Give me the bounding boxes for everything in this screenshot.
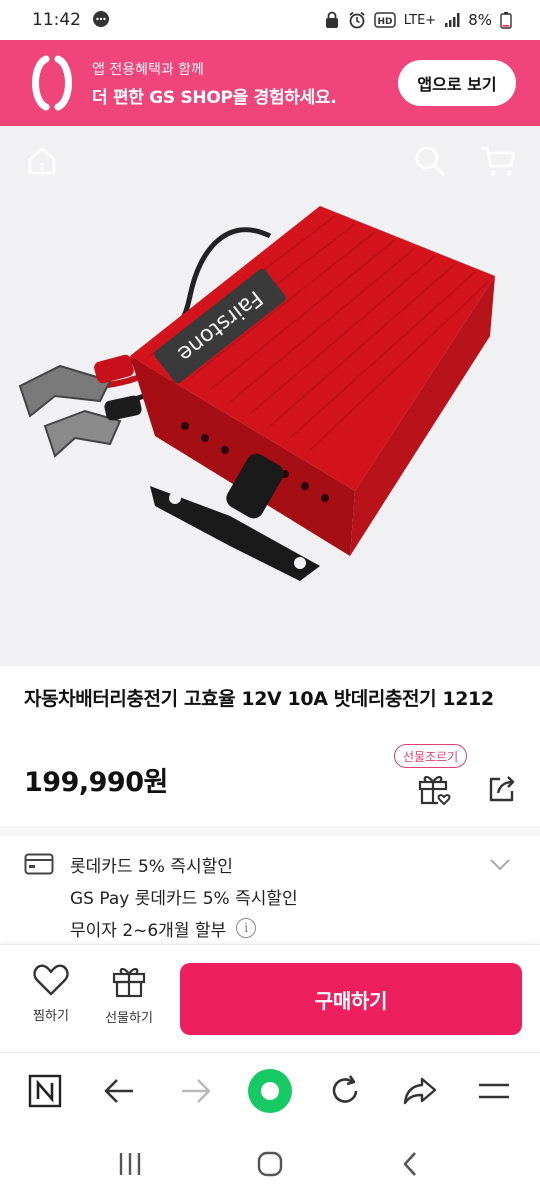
credit-card-icon	[24, 853, 54, 875]
alarm-icon	[348, 11, 366, 29]
purchase-bar: 찜하기 선물하기 구매하기	[0, 944, 540, 1052]
installment-text: 무이자 2~6개월 할부	[70, 920, 227, 941]
buy-button[interactable]: 구매하기	[180, 963, 522, 1035]
svg-text:HD: HD	[377, 17, 392, 27]
status-time: 11:42	[32, 10, 81, 30]
gift-label: 선물하기	[105, 1011, 153, 1026]
chevron-down-icon[interactable]	[488, 852, 512, 880]
product-image: Fairstone	[18, 206, 495, 581]
top-navigation	[0, 126, 540, 196]
wishlist-button[interactable]: 찜하기	[20, 963, 82, 1043]
signal-icon	[444, 12, 460, 28]
gspay-discount-text: GS Pay 롯데카드 5% 즉시할인	[70, 888, 298, 909]
gift-button[interactable]: 선물하기	[96, 963, 162, 1043]
back-arrow-icon[interactable]	[92, 1063, 148, 1119]
heart-icon	[33, 964, 69, 996]
gs-shop-logo-icon	[26, 55, 78, 111]
network-type: LTE+	[403, 12, 437, 28]
share-button[interactable]	[482, 770, 522, 808]
banner-subtitle: 앱 전용혜택과 함께	[92, 61, 204, 78]
refresh-icon[interactable]	[317, 1063, 373, 1119]
gift-heart-icon	[418, 776, 451, 806]
hd-icon: HD	[373, 12, 396, 28]
home-icon[interactable]	[20, 139, 64, 183]
open-in-app-button[interactable]: 앱으로 보기	[398, 60, 516, 106]
product-price: 199,990원	[24, 767, 168, 798]
product-image-gallery[interactable]: Fairstone	[0, 126, 540, 666]
search-icon[interactable]	[408, 139, 452, 183]
cart-icon[interactable]	[476, 139, 520, 183]
chat-notification-icon	[91, 10, 111, 30]
gift-request-tag[interactable]: 선물조르기	[394, 744, 468, 768]
gift-request-button[interactable]	[414, 770, 456, 808]
menu-icon[interactable]	[466, 1063, 522, 1119]
card-benefits-section[interactable]: 롯데카드 5% 즉시할인 GS Pay 롯데카드 5% 즉시할인 무이자 2~6…	[24, 848, 516, 944]
product-title: 자동차배터리충전기 고효율 12V 10A 밧데리충전기 1212	[24, 688, 494, 710]
section-divider	[0, 826, 540, 836]
app-install-banner[interactable]: 앱 전용혜택과 함께 더 편한 GS SHOP을 경험하세요. 앱으로 보기	[0, 40, 540, 126]
recents-icon[interactable]	[100, 1134, 160, 1194]
browser-toolbar	[0, 1052, 540, 1128]
share-icon	[489, 776, 515, 802]
home-circle-icon[interactable]	[240, 1134, 300, 1194]
battery-icon	[500, 11, 512, 29]
naver-n-icon[interactable]	[17, 1063, 73, 1119]
wishlist-label: 찜하기	[33, 1009, 69, 1024]
info-icon[interactable]: i	[236, 918, 257, 938]
status-bar: 11:42 HD LTE+ 8%	[0, 0, 540, 40]
lock-icon	[324, 11, 340, 29]
banner-title: 더 편한 GS SHOP을 경험하세요.	[92, 87, 337, 108]
back-chevron-icon[interactable]	[380, 1134, 440, 1194]
battery-percent: 8%	[468, 11, 492, 29]
system-navigation-bar	[0, 1128, 540, 1200]
green-dot-home-icon[interactable]	[242, 1063, 298, 1119]
forward-arrow-icon[interactable]	[167, 1063, 223, 1119]
card-discount-text: 롯데카드 5% 즉시할인	[70, 856, 233, 877]
share-arrow-icon[interactable]	[392, 1063, 448, 1119]
gift-icon	[112, 968, 146, 998]
